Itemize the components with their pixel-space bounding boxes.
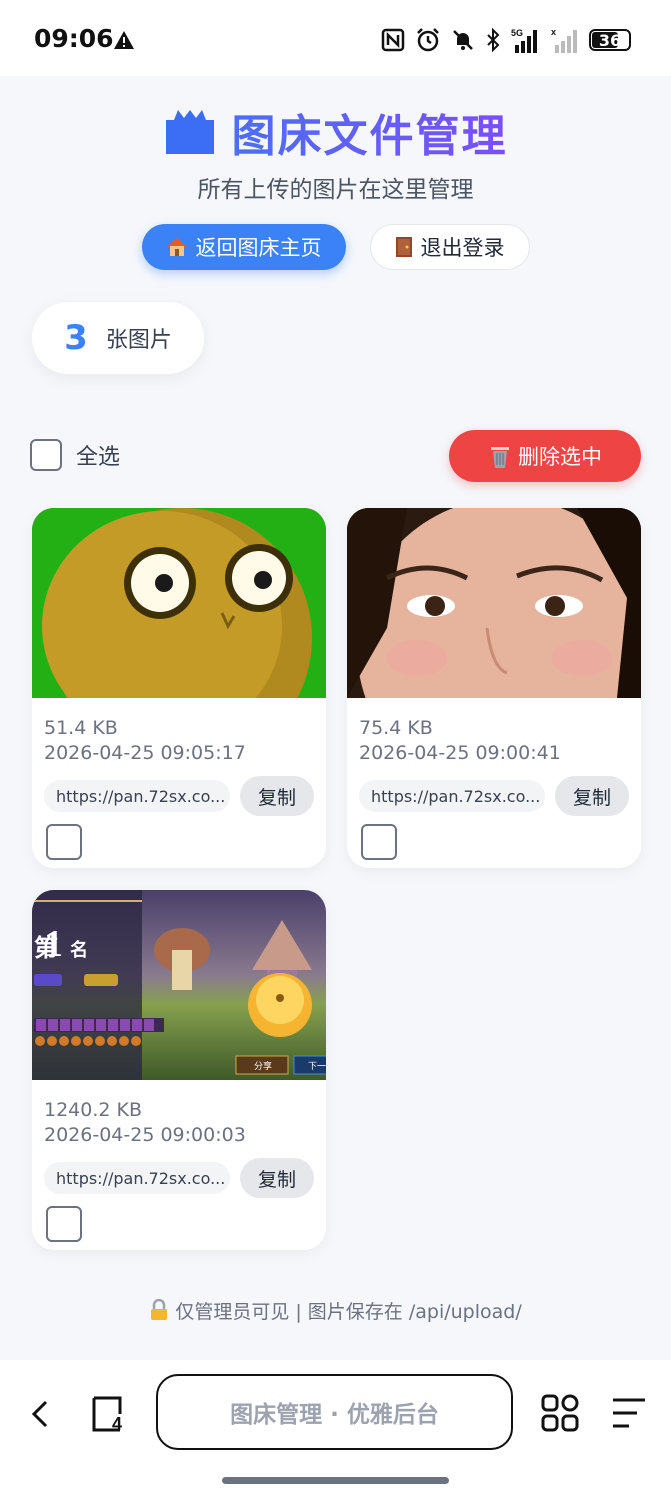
warning-icon <box>114 31 134 49</box>
image-size: 51.4 KB <box>44 717 118 739</box>
status-time: 09:06 <box>34 24 114 53</box>
select-all-checkbox[interactable] <box>30 439 62 471</box>
house-icon <box>166 238 187 256</box>
folder-icon <box>165 110 214 154</box>
signal-icon: x <box>551 27 577 53</box>
plant-image <box>32 508 326 698</box>
image-thumbnail[interactable] <box>32 508 326 698</box>
alarm-icon <box>417 28 439 52</box>
trash-icon <box>491 447 509 468</box>
select-all[interactable]: 全选 <box>30 439 120 471</box>
image-date: 2026-04-25 09:00:41 <box>359 742 561 764</box>
image-card: 75.4 KB 2026-04-25 09:00:41 https://pan.… <box>347 508 641 868</box>
image-url[interactable]: https://pan.72sx.co... <box>359 780 545 812</box>
image-url[interactable]: https://pan.72sx.co... <box>44 1162 230 1194</box>
image-size: 75.4 KB <box>359 717 433 739</box>
image-card: 第 1 名 分享 下一 1240.2 KB 2026-04-25 09:00:0… <box>32 890 326 1250</box>
copy-button[interactable]: 复制 <box>240 1158 314 1198</box>
battery-icon: 36 <box>589 29 631 51</box>
copy-button[interactable]: 复制 <box>240 776 314 816</box>
mute-icon <box>453 30 473 50</box>
image-size: 1240.2 KB <box>44 1099 143 1121</box>
status-icons: 5G x 36 <box>381 27 631 53</box>
footer-note-text: 仅管理员可见 | 图片保存在 /api/upload/ <box>175 1301 522 1323</box>
lock-icon <box>151 1298 168 1320</box>
bluetooth-icon <box>487 28 500 52</box>
grid-menu-icon[interactable] <box>541 1394 579 1432</box>
image-thumbnail[interactable] <box>347 508 641 698</box>
tabs-icon[interactable]: 4 <box>90 1394 130 1434</box>
menu-icon[interactable] <box>611 1396 647 1430</box>
back-icon[interactable] <box>30 1400 52 1428</box>
image-checkbox[interactable] <box>46 1206 82 1242</box>
delete-selected-button[interactable]: 删除选中 <box>449 430 641 482</box>
svg-text:x: x <box>551 27 556 37</box>
home-button-label: 返回图床主页 <box>195 236 322 260</box>
image-date: 2026-04-25 09:00:03 <box>44 1124 246 1146</box>
browser-toolbar: 4 图床管理 · 优雅后台 <box>0 1360 671 1500</box>
rank-suffix: 名 <box>70 939 88 961</box>
rank-number: 1 <box>44 923 63 965</box>
image-count-card: 3 张图片 <box>32 302 204 374</box>
portrait-image <box>347 508 641 698</box>
delete-selected-label: 删除选中 <box>518 445 602 469</box>
select-all-label: 全选 <box>76 445 121 470</box>
page-header: 图床文件管理 所有上传的图片在这里管理 <box>0 100 671 204</box>
header-actions: 返回图床主页 退出登录 <box>0 224 671 270</box>
home-indicator[interactable] <box>222 1477 449 1484</box>
page-subtitle: 所有上传的图片在这里管理 <box>197 177 474 203</box>
image-thumbnail[interactable]: 第 1 名 分享 下一 <box>32 890 326 1080</box>
image-date: 2026-04-25 09:05:17 <box>44 742 246 764</box>
logout-button[interactable]: 退出登录 <box>369 224 530 270</box>
share-label: 分享 <box>254 1060 272 1072</box>
nfc-icon <box>381 28 405 52</box>
door-icon <box>395 237 412 257</box>
footer-note: 仅管理员可见 | 图片保存在 /api/upload/ <box>0 1297 671 1324</box>
image-count: 3 <box>64 318 88 358</box>
image-checkbox[interactable] <box>361 824 397 860</box>
image-count-label: 张图片 <box>105 328 172 353</box>
page-title: 图床文件管理 <box>232 100 508 164</box>
home-button[interactable]: 返回图床主页 <box>141 224 346 270</box>
next-label: 下一 <box>308 1062 326 1072</box>
image-url[interactable]: https://pan.72sx.co... <box>44 780 230 812</box>
status-bar: 09:06 5G x 36 <box>0 0 671 76</box>
signal-5g-icon: 5G <box>511 28 537 53</box>
game-screenshot-image: 第 1 名 分享 下一 <box>32 890 326 1080</box>
logout-button-label: 退出登录 <box>420 236 505 260</box>
svg-text:5G: 5G <box>511 28 523 38</box>
image-card: 51.4 KB 2026-04-25 09:05:17 https://pan.… <box>32 508 326 868</box>
address-bar[interactable]: 图床管理 · 优雅后台 <box>156 1374 513 1450</box>
copy-button[interactable]: 复制 <box>555 776 629 816</box>
image-checkbox[interactable] <box>46 824 82 860</box>
svg-text:4: 4 <box>112 1414 122 1434</box>
